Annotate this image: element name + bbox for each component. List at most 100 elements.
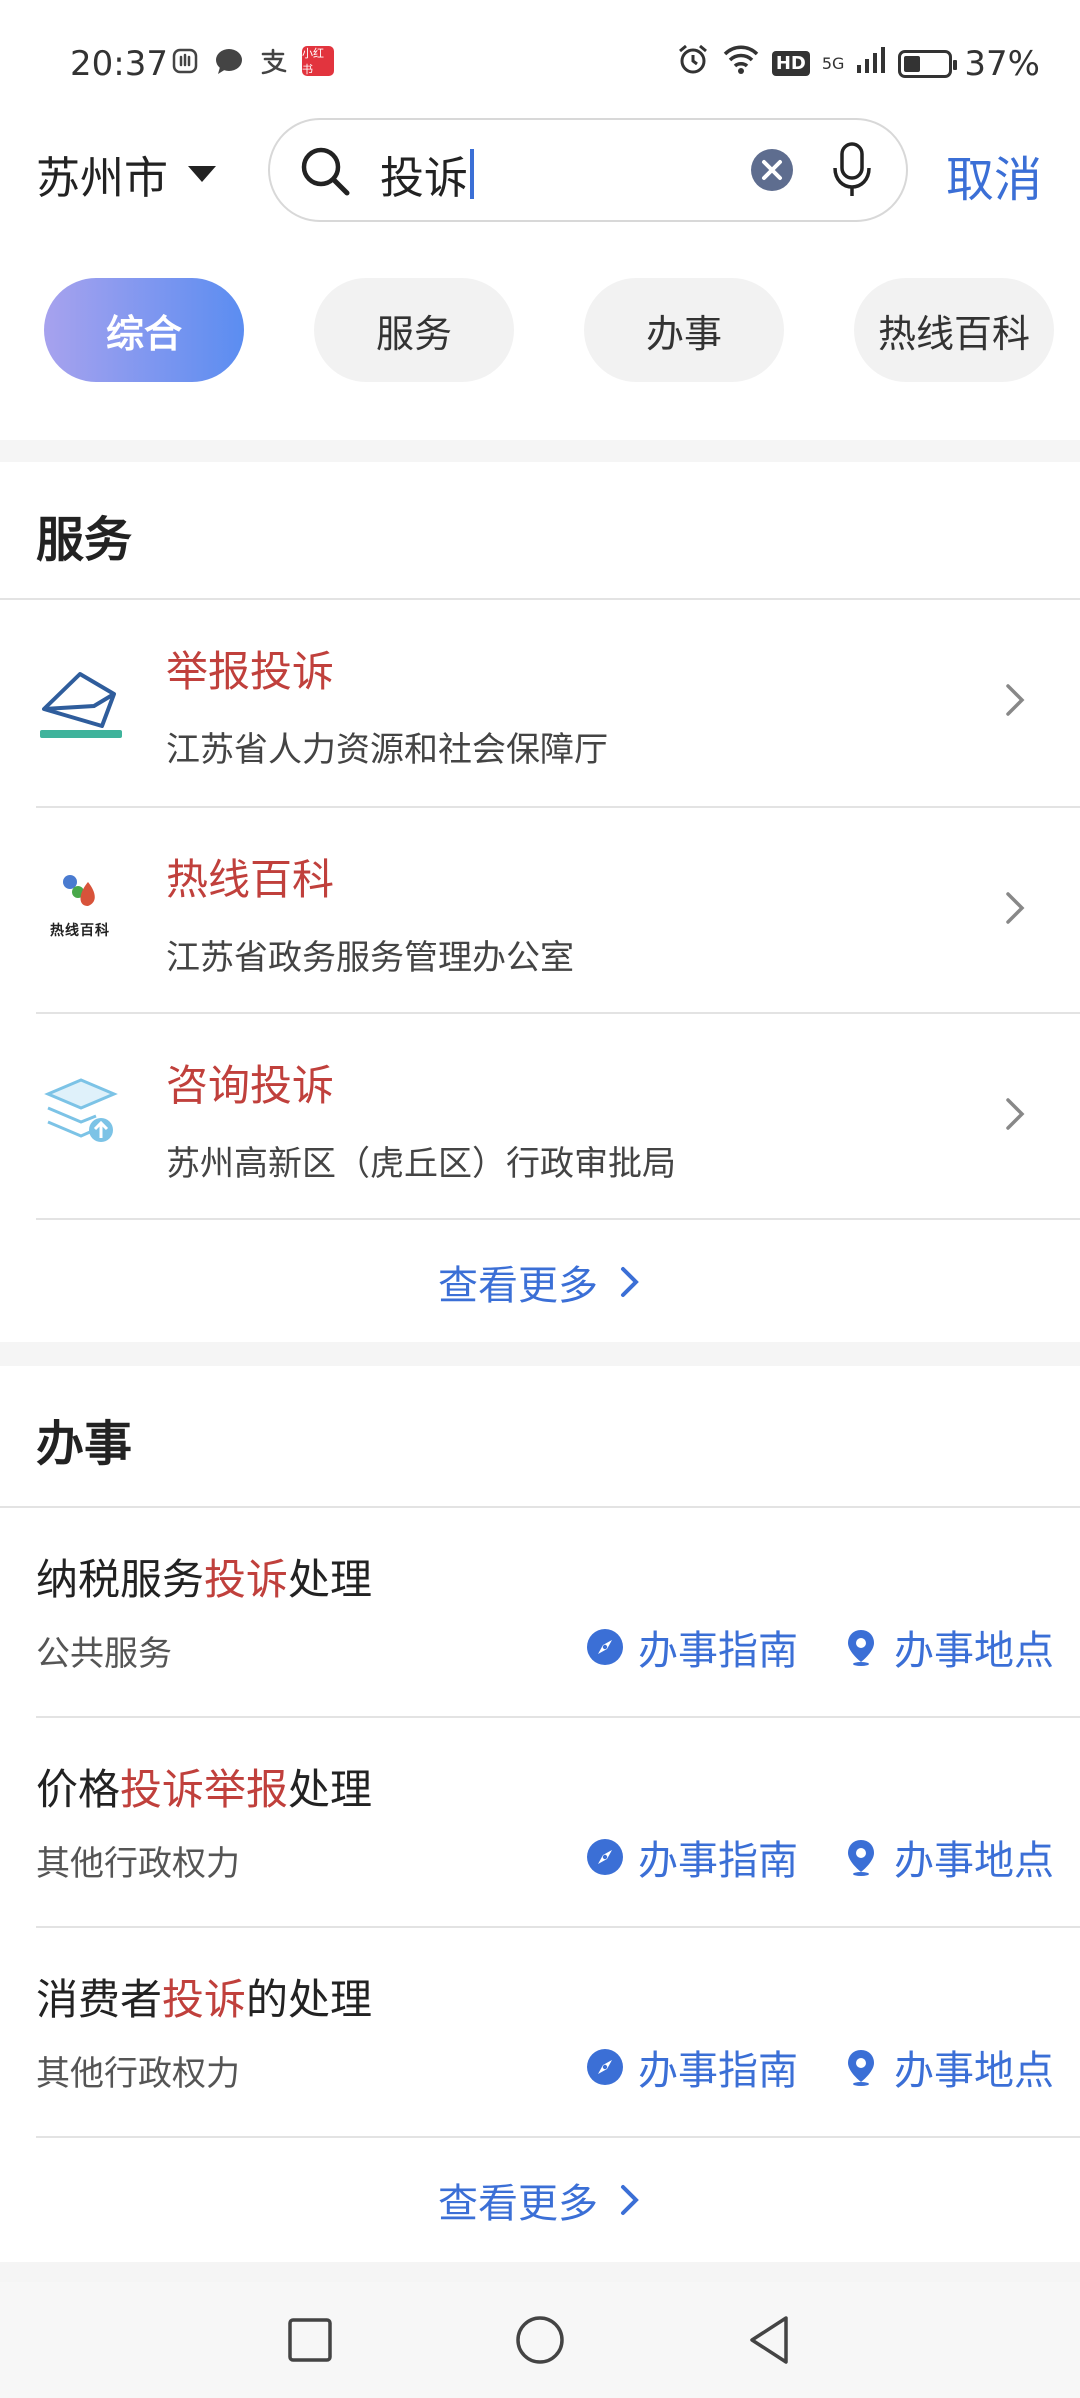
guide-label: 办事指南 xyxy=(638,1628,798,1674)
alarm-icon xyxy=(676,42,710,85)
view-more-label: 查看更多 xyxy=(438,2181,598,2227)
guide-link[interactable]: 办事指南 xyxy=(586,2038,798,2096)
chevron-right-icon xyxy=(621,1267,639,1297)
task-title-text: 处理 xyxy=(288,1555,373,1604)
task-category: 其他行政权力 xyxy=(36,2054,240,2094)
battery-icon xyxy=(898,49,958,78)
wifi-icon xyxy=(722,43,760,84)
envelope-icon xyxy=(40,672,122,738)
task-category: 公共服务 xyxy=(36,1634,172,1674)
guide-label: 办事指南 xyxy=(638,2048,798,2094)
compass-icon xyxy=(587,1839,623,1875)
location-link[interactable]: 办事地点 xyxy=(842,1618,1054,1676)
task-title-text: 价格 xyxy=(36,1765,121,1814)
task-item[interactable]: 价格投诉举报处理其他行政权力 办事指南 办事地点 xyxy=(0,1718,1080,1928)
location-label: 办事地点 xyxy=(894,1628,1054,1674)
chat-icon xyxy=(214,46,244,76)
service-department: 苏州高新区（虎丘区）行政审批局 xyxy=(166,1144,676,1184)
status-bar: 20:37 小红书 HD 5G 37% xyxy=(0,0,1080,120)
cancel-button[interactable]: 取消 xyxy=(946,140,1042,210)
tab-overview[interactable]: 综合 xyxy=(44,278,244,382)
location-pin-icon xyxy=(848,1840,874,1876)
clear-icon[interactable] xyxy=(750,148,794,192)
task-title-text: 纳税服务 xyxy=(36,1555,205,1604)
status-time: 20:37 xyxy=(70,44,168,84)
system-nav-bar xyxy=(0,2282,1080,2398)
task-category: 其他行政权力 xyxy=(36,1844,240,1884)
location-pin-icon xyxy=(848,2050,874,2086)
service-department: 江苏省政务服务管理办公室 xyxy=(166,938,574,978)
task-title: 纳税服务投诉处理 xyxy=(36,1546,372,1607)
view-more-services-button[interactable]: 查看更多 xyxy=(0,1252,1080,1312)
guide-link[interactable]: 办事指南 xyxy=(586,1828,798,1886)
location-pin-icon xyxy=(848,1630,874,1666)
search-query: 投诉 xyxy=(380,153,468,204)
signal-icon xyxy=(856,44,886,84)
view-more-label: 查看更多 xyxy=(438,1263,598,1309)
alipay-icon xyxy=(258,46,288,76)
divider xyxy=(36,1218,1080,1220)
task-title: 价格投诉举报处理 xyxy=(36,1756,372,1817)
guide-link[interactable]: 办事指南 xyxy=(586,1618,798,1676)
service-name: 热线百科 xyxy=(166,855,335,904)
layers-icon xyxy=(44,1078,118,1142)
search-header: 苏州市 投诉 取消 综合 服务 办事 热线百科 xyxy=(0,118,1080,440)
divider xyxy=(36,2136,1080,2138)
chevron-right-icon xyxy=(1006,892,1025,924)
microphone-icon[interactable] xyxy=(830,140,874,200)
search-input[interactable]: 投诉 xyxy=(380,142,474,206)
location-label: 办事地点 xyxy=(894,2048,1054,2094)
service-item[interactable]: 咨询投诉 苏州高新区（虎丘区）行政审批局 xyxy=(0,1014,1080,1220)
task-item[interactable]: 纳税服务投诉处理公共服务 办事指南 办事地点 xyxy=(0,1508,1080,1718)
hotline-logo-icon: 热线百科 xyxy=(36,862,126,952)
chevron-right-icon xyxy=(1006,1098,1025,1130)
service-name: 咨询投诉 xyxy=(166,1061,335,1110)
section-title: 办事 xyxy=(36,1416,133,1472)
location-link[interactable]: 办事地点 xyxy=(842,2038,1054,2096)
task-title-text: 的处理 xyxy=(246,1975,373,2024)
text-cursor xyxy=(470,149,474,199)
guide-label: 办事指南 xyxy=(638,1838,798,1884)
task-title-highlight: 投诉举报 xyxy=(120,1765,289,1814)
battery-percent: 37% xyxy=(964,43,1040,84)
hd-badge: HD xyxy=(771,51,810,76)
compass-icon xyxy=(587,2049,623,2085)
notification-icons: 小红书 xyxy=(170,46,334,76)
hotline-logo-text: 热线百科 xyxy=(50,923,110,939)
task-title-highlight: 投诉 xyxy=(162,1975,247,2024)
task-title-text: 消费者 xyxy=(36,1975,163,2024)
service-item[interactable]: 举报投诉 江苏省人力资源和社会保障厅 xyxy=(0,600,1080,806)
hand-icon xyxy=(170,46,200,76)
search-results-page: 20:37 小红书 HD 5G 37% 苏州市 投诉 取消 综合 服务 办事 热… xyxy=(0,0,1080,2398)
section-title: 服务 xyxy=(36,512,133,568)
network-type: 5G xyxy=(821,53,845,73)
affairs-section: 办事 纳税服务投诉处理 公共服务 办事指南 办事地点 价格投诉举报处理 其他行政权力 办事指… xyxy=(0,1366,1080,2262)
back-icon[interactable] xyxy=(742,2312,798,2368)
service-item[interactable]: 热线百科 热线百科 江苏省政务服务管理办公室 xyxy=(0,808,1080,1014)
task-title-text: 处理 xyxy=(288,1765,373,1814)
task-item[interactable]: 消费者投诉的处理 其他行政权力 办事指南 办事地点 xyxy=(0,1928,1080,2138)
service-name: 举报投诉 xyxy=(166,647,335,696)
system-status: HD 5G 37% xyxy=(676,42,1040,85)
task-title: 消费者投诉的处理 xyxy=(36,1966,372,2027)
app-badge: 小红书 xyxy=(302,46,334,76)
location-link[interactable]: 办事地点 xyxy=(842,1828,1054,1886)
category-tabs: 综合 服务 办事 热线百科 xyxy=(0,278,1080,382)
task-title-highlight: 投诉 xyxy=(204,1555,289,1604)
service-department: 江苏省人力资源和社会保障厅 xyxy=(166,730,608,770)
location-label: 办事地点 xyxy=(894,1838,1054,1884)
search-icon xyxy=(301,147,350,196)
tab-services[interactable]: 服务 xyxy=(314,278,514,382)
caret-down-icon xyxy=(188,166,216,182)
tab-affairs[interactable]: 办事 xyxy=(584,278,784,382)
recent-apps-icon[interactable] xyxy=(282,2312,338,2368)
chevron-right-icon xyxy=(1006,684,1025,716)
city-selector[interactable]: 苏州市 xyxy=(36,142,216,206)
services-section: 服务 举报投诉 江苏省人力资源和社会保障厅 热线百科 热线百科 江苏省政务服务管… xyxy=(0,462,1080,1342)
chevron-right-icon xyxy=(621,2185,639,2215)
view-more-affairs-button[interactable]: 查看更多 xyxy=(0,2170,1080,2230)
home-icon[interactable] xyxy=(512,2312,568,2368)
city-label: 苏州市 xyxy=(36,153,168,204)
tab-hotline-wiki[interactable]: 热线百科 xyxy=(854,278,1054,382)
search-box[interactable]: 投诉 xyxy=(268,118,908,222)
